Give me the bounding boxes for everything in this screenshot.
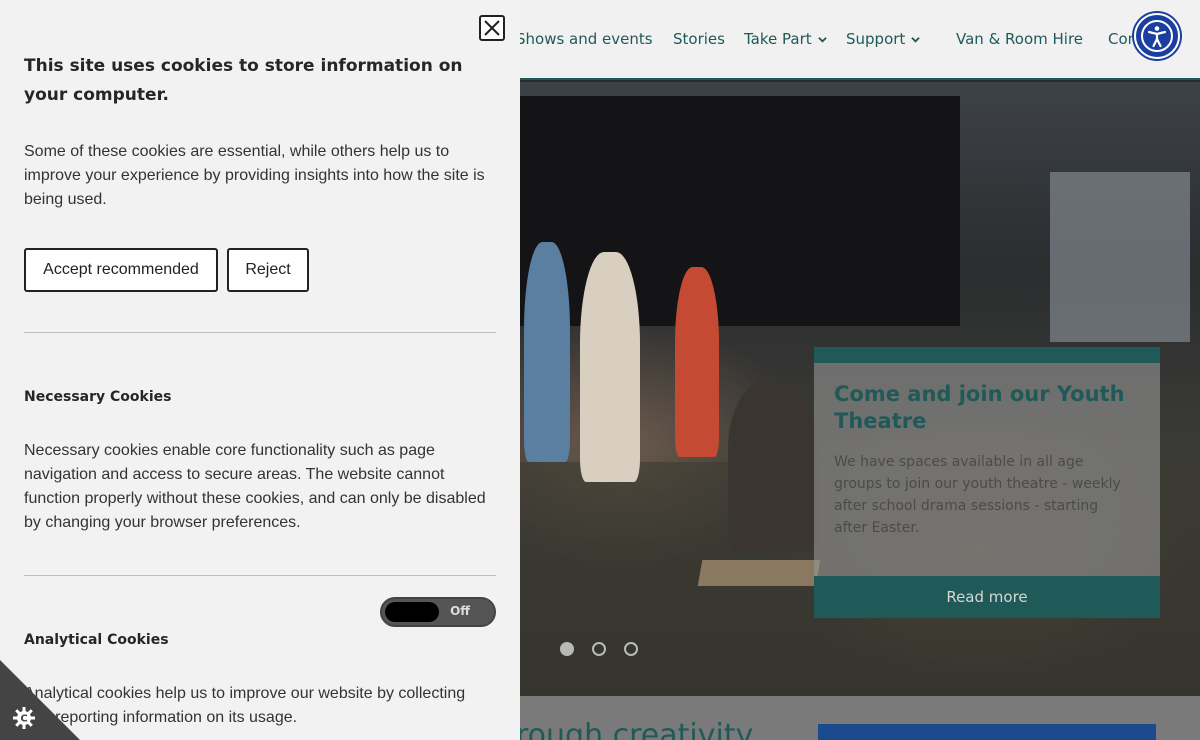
necessary-cookies-text: Necessary cookies enable core functional…	[24, 442, 486, 531]
chevron-down-icon	[911, 36, 921, 43]
nav-van-room-hire[interactable]: Van & Room Hire	[956, 30, 1083, 48]
carousel-dot-1[interactable]	[560, 642, 574, 656]
hero-card: Come and join our Youth Theatre We have …	[814, 347, 1160, 618]
carousel-dot-2[interactable]	[592, 642, 606, 656]
reject-button[interactable]: Reject	[227, 248, 309, 292]
nav-label: Shows and events	[516, 30, 653, 48]
toggle-knob	[385, 602, 439, 622]
hero-photo-figure	[580, 252, 640, 482]
nav-support[interactable]: Support	[846, 30, 921, 48]
accessibility-button[interactable]	[1134, 13, 1180, 59]
cookie-settings-icon: C	[13, 707, 35, 729]
divider	[24, 575, 496, 576]
nav-take-part[interactable]: Take Part	[744, 30, 827, 48]
cookie-panel-intro: Some of these cookies are essential, whi…	[24, 143, 485, 208]
toggle-state-label: Off	[450, 604, 470, 618]
hero-photo-figure	[524, 242, 570, 462]
nav-label: Take Part	[744, 30, 812, 48]
below-fold-image	[818, 724, 1156, 740]
analytical-cookies-title: Analytical Cookies	[24, 632, 169, 648]
section-heading: rough creativity	[516, 718, 754, 740]
hero-card-title: Come and join our Youth Theatre	[834, 382, 1125, 433]
carousel-dot-3[interactable]	[624, 642, 638, 656]
hero-photo-bench	[697, 560, 821, 586]
cookie-consent-panel: This site uses cookies to store informat…	[0, 0, 520, 740]
accept-recommended-button[interactable]: Accept recommended	[24, 248, 218, 292]
accessibility-icon	[1141, 20, 1173, 52]
carousel-dots	[560, 642, 638, 656]
nav-label: Support	[846, 30, 906, 48]
svg-text:C: C	[20, 714, 27, 725]
read-more-button[interactable]: Read more	[814, 576, 1160, 618]
nav-stories[interactable]: Stories	[673, 30, 725, 48]
hero-photo-figure	[728, 382, 818, 552]
cookie-panel-title: This site uses cookies to store informat…	[24, 56, 463, 105]
close-cookie-panel-button[interactable]	[479, 15, 505, 41]
hero-photo-window	[1050, 172, 1190, 342]
analytical-cookies-toggle[interactable]: Off	[380, 597, 496, 627]
nav-label: Con	[1108, 30, 1138, 48]
nav-label: Stories	[673, 30, 725, 48]
nav-contact[interactable]: Con	[1108, 30, 1137, 48]
hero-photo-figure	[675, 267, 719, 457]
close-icon	[484, 20, 500, 36]
nav-label: Van & Room Hire	[956, 30, 1084, 48]
hero-card-text: We have spaces available in all age grou…	[834, 454, 1121, 536]
chevron-down-icon	[817, 36, 827, 43]
necessary-cookies-title: Necessary Cookies	[24, 389, 172, 405]
cookie-action-buttons: Accept recommended Reject	[24, 248, 309, 292]
analytical-cookies-text: Analytical cookies help us to improve ou…	[24, 685, 466, 726]
divider	[24, 332, 496, 333]
nav-shows-and-events[interactable]: Shows and events	[516, 30, 653, 48]
